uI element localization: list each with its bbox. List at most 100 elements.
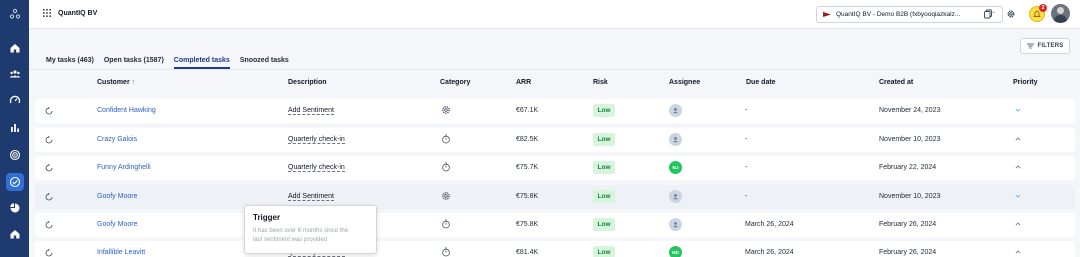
trigger-tooltip: Trigger It has been over 6 months since … — [244, 205, 377, 254]
assignee-placeholder-avatar[interactable] — [669, 190, 682, 203]
column-header-category[interactable]: Category — [440, 79, 470, 86]
health-gauge-icon[interactable] — [0, 89, 29, 111]
priority-up-chevron-icon[interactable] — [1014, 248, 1022, 256]
stopwatch-icon — [441, 247, 451, 257]
person-icon — [672, 221, 679, 228]
reopen-task-icon[interactable] — [45, 248, 53, 257]
tasks-icon[interactable] — [0, 171, 29, 193]
customer-link[interactable]: Goofy Moore — [97, 221, 137, 228]
column-header-created-at[interactable]: Created at — [879, 79, 913, 86]
column-header-arr[interactable]: ARR — [516, 79, 531, 86]
tooltip-body-line-2: last sentiment was provided — [253, 237, 328, 243]
filters-button[interactable]: FILTERS — [1020, 38, 1070, 54]
reopen-task-icon[interactable] — [45, 220, 53, 229]
risk-badge: Low — [593, 190, 615, 203]
table-row[interactable]: Infallible LeavittQuarterly check-in€81.… — [35, 241, 1075, 257]
column-header-due-date[interactable]: Due date — [746, 79, 776, 86]
notifications-bell[interactable]: 2 — [1029, 4, 1047, 22]
column-header-customer[interactable]: Customer ↑ — [97, 79, 135, 86]
risk-badge: Low — [593, 246, 615, 257]
customer-link[interactable]: Infallible Leavitt — [97, 249, 145, 256]
gear-icon — [441, 191, 451, 201]
table-row[interactable]: Confident Hawking Add Sentiment €67.1K Low -… — [35, 99, 1075, 123]
customer-link[interactable]: Goofy Moore — [97, 193, 137, 200]
assignee-avatar[interactable]: MJ — [669, 161, 682, 174]
due-date: - — [745, 193, 748, 200]
org-name: QuantIQ BV — [58, 9, 98, 17]
assignee-avatar[interactable]: MD — [669, 246, 682, 257]
priority-up-chevron-icon[interactable] — [1014, 135, 1022, 143]
column-header-assignee[interactable]: Assignee — [669, 79, 700, 86]
app-logo-icon[interactable] — [0, 3, 29, 25]
org-switcher[interactable]: QuantIQ BV — [43, 9, 97, 17]
customer-link[interactable]: Crazy Galois — [97, 136, 137, 143]
created-at: November 24, 2023 — [879, 107, 941, 114]
customers-icon[interactable] — [0, 63, 29, 85]
assignee-placeholder-avatar[interactable] — [669, 104, 682, 117]
task-description[interactable]: Add Sentiment — [288, 107, 334, 115]
table-row[interactable]: Funny Ardinghelli Quarterly check-in €75.7… — [35, 156, 1075, 180]
created-at: November 10, 2023 — [879, 193, 941, 200]
app-grid-icon[interactable] — [43, 9, 51, 17]
table-header: Customer ↑ Description Category ARR Risk… — [29, 74, 1080, 92]
priority-down-chevron-icon[interactable] — [1014, 106, 1022, 114]
task-tabs: My tasks (463) Open tasks (1587) Complet… — [46, 57, 289, 69]
home-icon[interactable] — [0, 37, 29, 59]
reopen-task-icon[interactable] — [45, 135, 53, 144]
table-row[interactable]: Crazy Galois Quarterly check-in €82.5K Low -… — [35, 128, 1075, 152]
task-description[interactable]: Add Sentiment — [288, 193, 334, 201]
settings-gear-icon[interactable] — [1005, 8, 1017, 20]
person-icon — [672, 107, 679, 114]
priority-down-chevron-icon[interactable] — [1014, 192, 1022, 200]
priority-up-chevron-icon[interactable] — [1014, 163, 1022, 171]
target-icon[interactable] — [0, 144, 29, 166]
arr-value: €75.7K — [516, 164, 539, 171]
filters-label: FILTERS — [1037, 43, 1064, 49]
arr-value: €75.8K — [516, 193, 539, 200]
arr-value: €75.8K — [516, 221, 539, 228]
tab-completed-tasks[interactable]: Completed tasks — [173, 57, 230, 69]
risk-badge: Low — [593, 161, 615, 174]
due-date: March 26, 2024 — [745, 249, 794, 256]
copy-icon[interactable] — [982, 8, 994, 20]
person-icon — [672, 193, 679, 200]
column-header-risk[interactable]: Risk — [593, 79, 608, 86]
arr-value: €81.4K — [516, 249, 539, 256]
task-description[interactable]: Quarterly check-in — [288, 136, 345, 144]
created-at: November 10, 2023 — [879, 136, 941, 143]
risk-badge: Low — [593, 218, 615, 231]
notification-count-badge: 2 — [1039, 4, 1047, 12]
stopwatch-icon — [441, 219, 451, 229]
reopen-task-icon[interactable] — [45, 163, 53, 172]
column-header-description[interactable]: Description — [288, 79, 327, 86]
person-icon — [672, 136, 679, 143]
customer-link[interactable]: Funny Ardinghelli — [97, 164, 151, 171]
tab-my-tasks[interactable]: My tasks (463) — [46, 57, 94, 69]
column-header-priority[interactable]: Priority — [1013, 79, 1038, 86]
priority-up-chevron-icon[interactable] — [1014, 220, 1022, 228]
assignee-placeholder-avatar[interactable] — [669, 133, 682, 146]
due-date: March 26, 2024 — [745, 221, 794, 228]
reopen-task-icon[interactable] — [45, 106, 53, 115]
user-avatar[interactable] — [1051, 4, 1070, 23]
assignee-placeholder-avatar[interactable] — [669, 218, 682, 231]
gear-icon — [441, 105, 451, 115]
tab-open-tasks[interactable]: Open tasks (1587) — [104, 57, 164, 69]
tabs-divider — [29, 69, 1080, 70]
tenant-select[interactable]: QuantIQ BV - Demo B2B (fxbyooqiazkalz...… — [816, 6, 1003, 23]
table-row[interactable]: Goofy Moore €75.8K Low March 26, 2024 Februa… — [35, 213, 1075, 237]
table-row[interactable]: Goofy Moore Add Sentiment €75.8K Low - Novemb… — [35, 185, 1075, 209]
home-secondary-icon[interactable] — [0, 223, 29, 245]
task-description[interactable]: Quarterly check-in — [288, 164, 345, 172]
top-bar: QuantIQ BV QuantIQ BV - Demo B2B (fxbyoo… — [29, 0, 1080, 29]
customer-link[interactable]: Confident Hawking — [97, 107, 156, 114]
tenant-label: QuantIQ BV - Demo B2B (fxbyooqiazkalz... — [836, 11, 961, 18]
pie-chart-icon[interactable] — [0, 197, 29, 219]
tab-snoozed-tasks[interactable]: Snoozed tasks — [240, 57, 289, 69]
due-date: - — [745, 164, 748, 171]
risk-badge: Low — [593, 133, 615, 146]
reopen-task-icon[interactable] — [45, 192, 53, 201]
analytics-bar-icon[interactable] — [0, 117, 29, 139]
due-date: - — [745, 107, 748, 114]
risk-badge: Low — [593, 104, 615, 117]
